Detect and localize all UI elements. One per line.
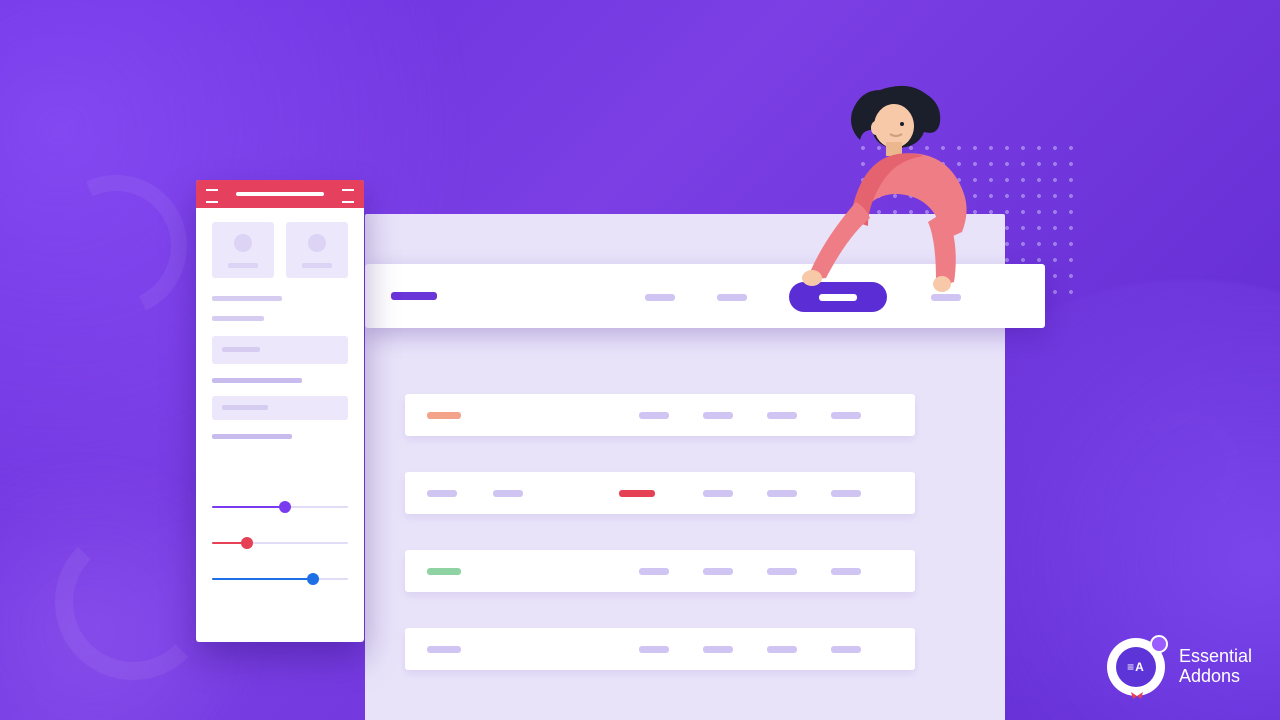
option-card[interactable] bbox=[286, 222, 348, 278]
table-row bbox=[405, 472, 915, 514]
bg-ring bbox=[55, 524, 211, 680]
panel-text-line bbox=[212, 292, 348, 306]
panel-text-line bbox=[212, 430, 348, 444]
brand-logo-icon: ≡A bbox=[1107, 638, 1165, 696]
row-cell-chip bbox=[703, 568, 733, 575]
row-cell-chip bbox=[767, 490, 797, 497]
row-cell-chip bbox=[639, 568, 669, 575]
row-cell-chip bbox=[831, 412, 861, 419]
hero-illustration: ≡A Essential Addons bbox=[0, 0, 1280, 720]
row-cell-chip bbox=[427, 490, 457, 497]
row-cell-chip bbox=[767, 568, 797, 575]
settings-panel bbox=[196, 180, 364, 642]
row-cell-chip bbox=[703, 646, 733, 653]
person-illustration bbox=[790, 70, 1010, 300]
panel-text-line bbox=[212, 374, 348, 388]
row-cell-chip bbox=[831, 646, 861, 653]
brand-name: Essential Addons bbox=[1179, 647, 1252, 687]
table-row bbox=[405, 394, 915, 436]
row-cell-chip bbox=[767, 646, 797, 653]
row-cell-chip bbox=[831, 568, 861, 575]
nav-item[interactable] bbox=[645, 294, 675, 301]
slider-purple[interactable] bbox=[212, 500, 348, 514]
row-cell-chip bbox=[703, 412, 733, 419]
panel-field[interactable] bbox=[212, 396, 348, 420]
panel-field[interactable] bbox=[212, 336, 348, 364]
slider-red[interactable] bbox=[212, 536, 348, 550]
row-cell-chip bbox=[767, 412, 797, 419]
row-cell-chip bbox=[427, 646, 461, 653]
brand-badge: ≡A Essential Addons bbox=[1107, 638, 1252, 696]
row-accent-chip bbox=[619, 490, 655, 497]
row-cell-chip bbox=[831, 490, 861, 497]
bg-ring bbox=[1132, 412, 1240, 520]
nav-item[interactable] bbox=[717, 294, 747, 301]
row-cell-chip bbox=[703, 490, 733, 497]
row-cell-chip bbox=[639, 412, 669, 419]
row-cell-chip bbox=[493, 490, 523, 497]
table-row bbox=[405, 628, 915, 670]
option-card[interactable] bbox=[212, 222, 274, 278]
row-cell-chip bbox=[639, 646, 669, 653]
panel-text-line bbox=[212, 312, 348, 326]
table-row bbox=[405, 550, 915, 592]
slider-blue[interactable] bbox=[212, 572, 348, 586]
panel-header bbox=[196, 180, 364, 208]
row-accent-chip bbox=[427, 568, 461, 575]
nav-brand-chip bbox=[391, 292, 437, 300]
row-accent-chip bbox=[427, 412, 461, 419]
